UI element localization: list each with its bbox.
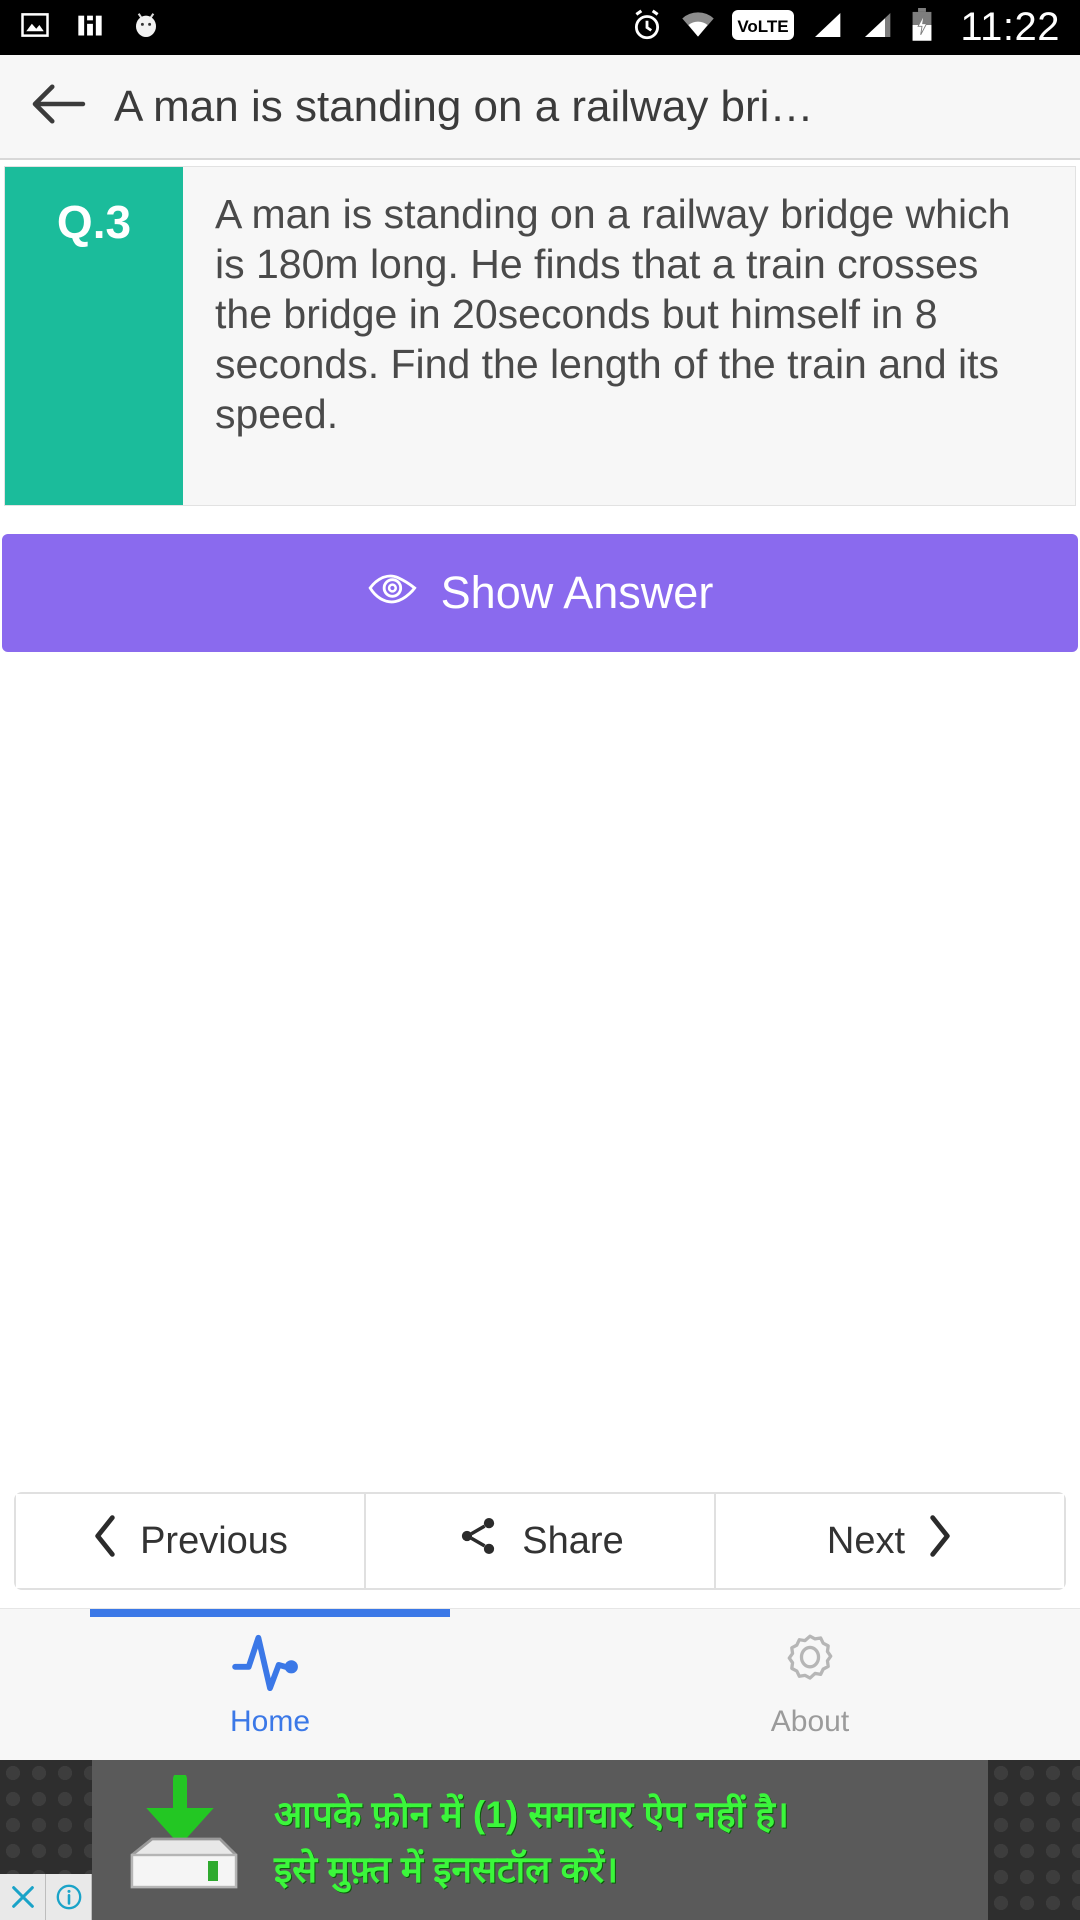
question-number-badge: Q.3 [5,167,183,505]
tab-about[interactable]: About [540,1609,1080,1760]
volte-icon: VoLTE [732,8,795,47]
page-title: A man is standing on a railway bri… [114,81,814,131]
share-icon [456,1514,500,1568]
next-label: Next [826,1519,906,1562]
show-answer-label: Show Answer [440,567,714,618]
show-answer-button[interactable]: Show Answer [2,534,1078,652]
gear-icon [774,1630,846,1697]
pager-bar: Previous Share Next [14,1492,1066,1590]
tab-about-label: About [770,1705,850,1738]
signal-bars-2-icon [860,9,894,46]
wifi-icon [680,9,716,46]
app-header: A man is standing on a railway bri… [0,55,1080,160]
show-answer-container: Show Answer [0,506,1080,652]
tab-home-label: Home [229,1705,311,1738]
status-bar-right-icons: VoLTE 11:22 [630,5,1060,50]
ad-info-button[interactable] [46,1874,92,1920]
signal-bars-1-icon [810,9,844,46]
share-button[interactable]: Share [364,1494,714,1588]
previous-button[interactable]: Previous [16,1494,364,1588]
android-mascot-icon [130,9,162,46]
previous-label: Previous [140,1519,288,1562]
info-icon [56,1884,81,1910]
alarm-icon [630,8,664,47]
question-body: A man is standing on a railway bridge wh… [183,167,1075,505]
status-bar-clock: 11:22 [960,5,1060,49]
chevron-left-icon [92,1514,118,1568]
ad-controls [0,1874,92,1920]
arrow-left-icon [29,81,87,132]
close-icon [11,1886,34,1908]
chart-icon [76,10,104,45]
ad-close-button[interactable] [0,1874,46,1920]
question-text: A man is standing on a railway bridge wh… [215,191,1011,438]
app-root: VoLTE 11:22 A man is standing on a railw… [0,0,1080,1920]
chevron-right-icon [927,1514,953,1568]
question-number-label: Q.3 [56,196,132,248]
ad-line-2: इसे मुफ़्त में इनसटॉल करें। [274,1849,619,1890]
bottom-tab-bar: Home About [0,1608,1080,1760]
download-to-drive-icon [120,1772,252,1905]
eye-icon [367,567,421,619]
next-button[interactable]: Next [714,1494,1064,1588]
main-content: Q.3 A man is standing on a railway bridg… [0,160,1080,1760]
pulse-icon [231,1630,309,1697]
battery-charging-icon [910,8,934,47]
tab-home[interactable]: Home [0,1609,540,1760]
ad-banner[interactable]: आपके फ़ोन में (1) समाचार ऐप नहीं है। इसे… [0,1760,1080,1920]
share-label: Share [522,1519,624,1562]
svg-text:VoLTE: VoLTE [738,17,789,36]
ad-text-block: आपके फ़ोन में (1) समाचार ऐप नहीं है। इसे… [274,1787,789,1893]
image-icon [20,10,50,45]
ad-line-1: आपके फ़ोन में (1) समाचार ऐप नहीं है। [274,1794,790,1835]
status-bar-left-icons [20,9,162,46]
ad-content[interactable]: आपके फ़ोन में (1) समाचार ऐप नहीं है। इसे… [92,1760,988,1920]
question-card: Q.3 A man is standing on a railway bridg… [4,166,1076,506]
status-bar: VoLTE 11:22 [0,0,1080,55]
back-button[interactable] [22,71,94,143]
